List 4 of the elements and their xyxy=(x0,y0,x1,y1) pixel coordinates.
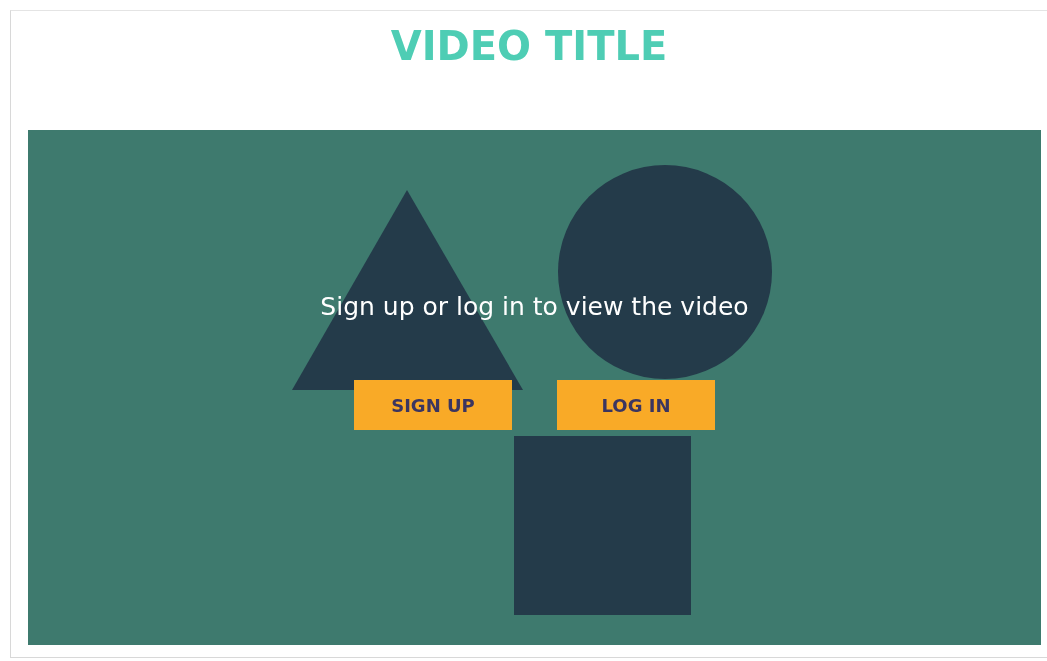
sign-up-button[interactable]: SIGN UP xyxy=(354,380,512,430)
video-message: Sign up or log in to view the video xyxy=(320,291,749,323)
video-title: VIDEO TITLE xyxy=(389,22,669,71)
log-in-button[interactable]: LOG IN xyxy=(557,380,715,430)
